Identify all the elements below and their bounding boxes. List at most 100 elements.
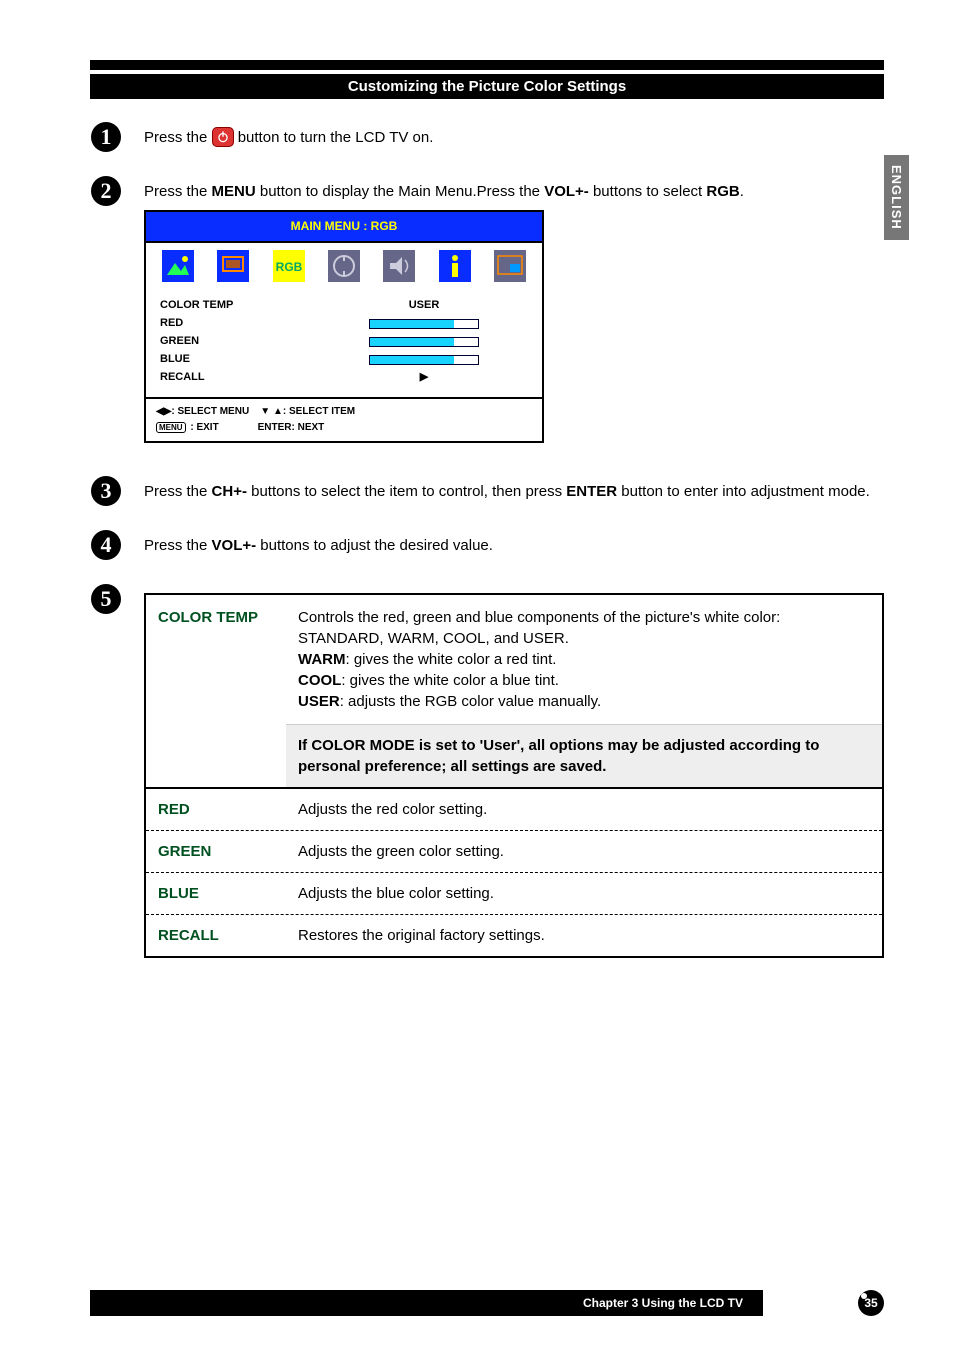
step-number-5: 5 [90,583,122,615]
svg-text:5: 5 [101,586,112,611]
text: buttons to select [589,183,707,200]
osd-slider [320,319,528,329]
table-row-recall: RECALL Restores the original factory set… [146,915,882,956]
svg-text:RGB: RGB [275,260,302,274]
step-3: 3 Press the CH+- buttons to select the i… [90,481,884,507]
table-row-red: RED Adjusts the red color setting. [146,789,882,831]
step-4-text: Press the VOL+- buttons to adjust the de… [144,535,884,556]
svg-text:4: 4 [101,532,112,557]
osd-label: BLUE [160,352,320,367]
text-bold: MENU [212,183,256,200]
table-desc: Adjusts the red color setting. [298,799,870,820]
footer-text: : SELECT ITEM [283,406,355,417]
step-4: 4 Press the VOL+- buttons to adjust the … [90,535,884,561]
osd-tab-display [216,249,250,283]
osd-icon-row: RGB [146,243,542,289]
section-title: Customizing the Picture Color Settings [90,74,884,99]
text: button to display the Main Menu.Press th… [256,183,545,200]
osd-row-recall: RECALL ▶ [160,369,528,387]
left-right-icon: ◀▶ [156,405,171,419]
step-1-text: Press the button to turn the LCD TV on. [144,127,884,148]
text: button to turn the LCD TV on. [238,129,434,146]
step-3-text: Press the CH+- buttons to select the ite… [144,481,884,502]
osd-slider [320,355,528,365]
text-bold: RGB [706,183,739,200]
text-bold: COOL [298,672,341,689]
footer-text: : EXIT [188,422,219,433]
osd-row-green: GREEN [160,333,528,351]
osd-label: RECALL [160,370,320,385]
osd-row-colortemp: COLOR TEMP USER [160,297,528,315]
footer-chapter: Chapter 3 Using the LCD TV [583,1296,763,1310]
top-bar [90,60,884,70]
step-number-2: 2 [90,175,122,207]
text: Press the [144,183,212,200]
osd-tab-pip [493,249,527,283]
table-label: COLOR TEMP [158,607,298,775]
table-row-colortemp: COLOR TEMP Controls the red, green and b… [146,595,882,789]
osd-label: GREEN [160,334,320,349]
text-bold: WARM [298,651,346,668]
power-icon [212,127,234,147]
osd-tab-rgb: RGB [272,249,306,283]
svg-text:2: 2 [101,178,112,203]
footer-bar: Chapter 3 Using the LCD TV [90,1290,763,1316]
text: Press the [144,129,212,146]
text-bold: VOL+- [544,183,589,200]
osd-label: COLOR TEMP [160,298,320,313]
svg-text:1: 1 [101,124,112,149]
step-5-body: COLOR TEMP Controls the red, green and b… [144,589,884,958]
table-desc: Controls the red, green and blue compone… [298,607,870,775]
table-row-green: GREEN Adjusts the green color setting. [146,831,882,873]
text: Press the [144,483,212,500]
table-label: RECALL [158,925,298,946]
text-bold: CH+- [212,483,247,500]
text-bold: ENTER [566,483,617,500]
osd-value: USER [320,298,528,313]
osd-tab-setup [327,249,361,283]
page-number: 35 [858,1290,884,1316]
step-number-1: 1 [90,121,122,153]
text: : gives the white color a blue tint. [341,672,559,689]
text: : gives the white color a red tint. [346,651,557,668]
step-1: 1 Press the button to turn the LCD TV on… [90,127,884,153]
table-desc: Adjusts the blue color setting. [298,883,870,904]
osd-arrow-icon: ▶ [320,370,528,385]
osd-footer: ◀▶: SELECT MENU ▼ ▲: SELECT ITEM MENU : … [146,397,542,441]
osd-tab-image [161,249,195,283]
osd-body: COLOR TEMP USER RED GREEN BLUE [146,289,542,397]
footer-text: : SELECT MENU [171,406,249,417]
text: : adjusts the RGB color value manually. [340,693,602,710]
table-desc: Restores the original factory settings. [298,925,870,946]
language-tab: ENGLISH [884,155,909,240]
step-5: 5 COLOR TEMP Controls the red, green and… [90,589,884,958]
osd-label: RED [160,316,320,331]
text: button to enter into adjustment mode. [617,483,870,500]
osd-row-blue: BLUE [160,351,528,369]
step-2: 2 Press the MENU button to display the M… [90,181,884,443]
page-footer: Chapter 3 Using the LCD TV 35 [90,1290,884,1316]
text-bold: VOL+- [212,537,257,554]
osd-row-red: RED [160,315,528,333]
down-up-icon: ▼ ▲ [260,405,283,419]
table-row-blue: BLUE Adjusts the blue color setting. [146,873,882,915]
page: Customizing the Picture Color Settings E… [0,0,954,1354]
step-number-4: 4 [90,529,122,561]
table-desc: Adjusts the green color setting. [298,841,870,862]
osd-slider [320,337,528,347]
text: Controls the red, green and blue compone… [298,607,870,649]
step-2-text: Press the MENU button to display the Mai… [144,181,884,443]
svg-text:3: 3 [101,478,112,503]
text-bold: USER [298,693,340,710]
osd-tab-sound [382,249,416,283]
table-label: BLUE [158,883,298,904]
settings-table: COLOR TEMP Controls the red, green and b… [144,593,884,958]
table-label: GREEN [158,841,298,862]
osd-panel: MAIN MENU : RGB RGB COLOR TEMP USER [144,210,544,443]
text: buttons to select the item to control, t… [247,483,566,500]
table-label: RED [158,799,298,820]
footer-text: ENTER: NEXT [258,422,325,433]
osd-header: MAIN MENU : RGB [146,212,542,243]
text: buttons to adjust the desired value. [256,537,493,554]
osd-tab-info [438,249,472,283]
